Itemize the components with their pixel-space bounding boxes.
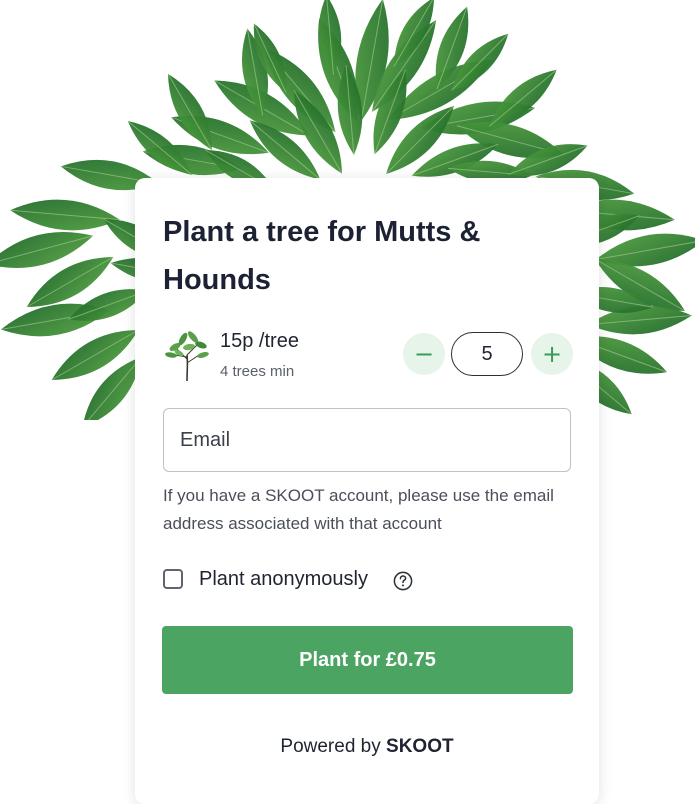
powered-by: Powered by SKOOT <box>135 736 599 758</box>
anonymous-checkbox[interactable] <box>163 569 183 589</box>
email-hint-text: If you have a SKOOT account, please use … <box>163 486 554 533</box>
page-title: Plant a tree for Mutts & Hounds <box>163 216 481 296</box>
powered-by-brand[interactable]: SKOOT <box>386 736 454 757</box>
help-icon[interactable] <box>393 571 413 591</box>
powered-by-prefix: Powered by <box>280 736 381 757</box>
increase-quantity-button[interactable]: + <box>531 333 573 375</box>
anonymous-label[interactable]: Plant anonymously <box>199 568 368 591</box>
tree-icon <box>165 331 209 382</box>
decrease-quantity-button[interactable]: − <box>403 333 445 375</box>
price-per-tree: 15p /tree <box>220 330 299 352</box>
plant-tree-card: Plant a tree for Mutts & Hounds 15p /tre… <box>135 178 599 804</box>
quantity-input[interactable] <box>451 332 523 376</box>
minimum-trees: 4 trees min <box>220 363 295 380</box>
email-field[interactable] <box>163 408 571 472</box>
plant-button[interactable]: Plant for £0.75 <box>162 626 573 694</box>
